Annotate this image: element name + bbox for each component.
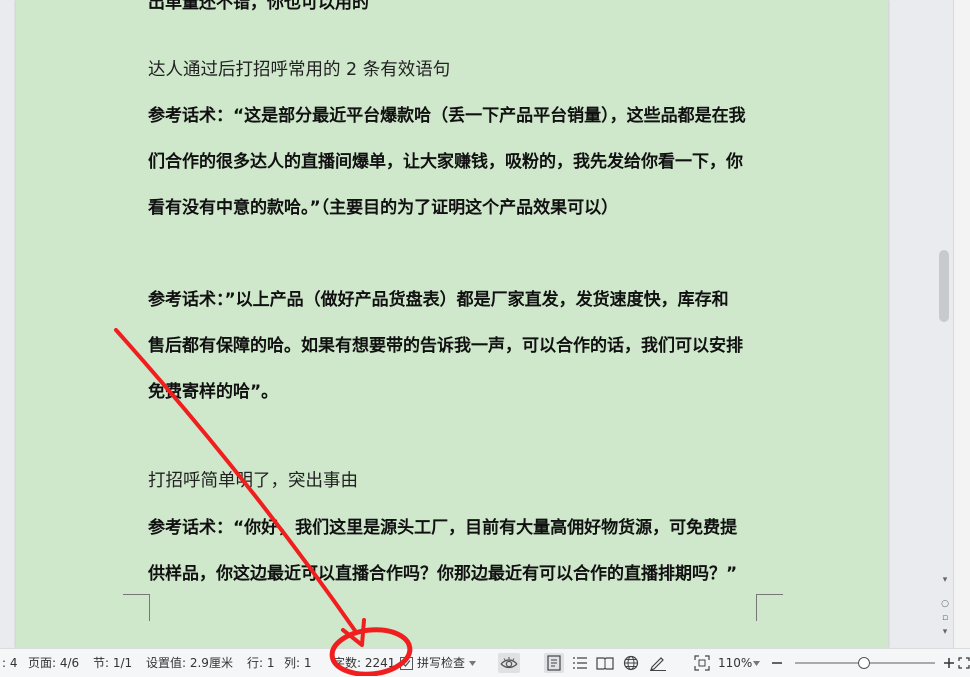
- page-corner-mark: [756, 594, 783, 621]
- scrollbar-thumb[interactable]: [939, 250, 949, 322]
- zoom-level[interactable]: 110%: [718, 655, 752, 671]
- select-browse-icon[interactable]: ▫: [939, 612, 951, 624]
- reading-icon[interactable]: [595, 653, 615, 673]
- paragraph-line: 看有没有中意的款哈。”（主要目的为了证明这个产品效果可以）: [148, 198, 619, 218]
- setting-value[interactable]: 设置值: 2.9厘米: [146, 655, 233, 671]
- dropdown-icon[interactable]: [750, 653, 762, 673]
- heading-simple-greeting: 打招呼简单明了，突出事由: [148, 471, 358, 491]
- status-truncated: : 4: [2, 656, 18, 670]
- dropdown-icon[interactable]: [466, 653, 478, 673]
- outline-icon[interactable]: [570, 653, 590, 673]
- check-icon[interactable]: [398, 653, 414, 673]
- row-indicator: 行: 1: [247, 656, 275, 670]
- section-indicator[interactable]: 节: 1/1: [93, 655, 132, 671]
- status-bar: : 4 页面: 4/6 节: 1/1 设置值: 2.9厘米 行: 1 列: 1 …: [0, 648, 970, 677]
- zoom-out-icon[interactable]: [767, 653, 787, 673]
- paragraph-line: 参考话术：”以上产品（做好产品货盘表）都是厂家直发，发货速度快，库存和: [148, 290, 729, 310]
- paragraph-line: 免费寄样的哈”。: [148, 382, 279, 402]
- paragraph-line: 参考话术：“这是部分最近平台爆款哈（丢一下产品平台销量），这些品都是在我: [148, 106, 746, 126]
- side-panel-strip: [953, 0, 970, 648]
- paragraph-line: 供样品，你这边最近可以直播合作吗？你那边最近有可以合作的直播排期吗？”: [148, 564, 738, 584]
- fit-screen-icon[interactable]: [692, 653, 712, 673]
- next-page-icon[interactable]: ▾: [939, 626, 951, 638]
- paragraph-line: 们合作的很多达人的直播间爆单，让大家赚钱，吸粉的，我先发给你看一下，你: [148, 152, 743, 172]
- fullscreen-icon[interactable]: [958, 653, 970, 673]
- spellcheck-button[interactable]: 拼写检查: [417, 655, 465, 671]
- eye-icon[interactable]: [498, 653, 520, 673]
- page-indicator[interactable]: 页面: 4/6: [28, 655, 79, 671]
- page-corner-mark: [123, 594, 150, 621]
- zoom-in-icon[interactable]: [939, 653, 959, 673]
- heading-greeting-phrases: 达人通过后打招呼常用的 2 条有效语句: [148, 60, 451, 80]
- page-view-icon[interactable]: [544, 653, 564, 673]
- scroll-up-small-icon[interactable]: ▾: [939, 574, 951, 586]
- document-workspace[interactable]: 出单量还不错，你也可以用的 达人通过后打招呼常用的 2 条有效语句 参考话术：“…: [0, 0, 936, 648]
- zoom-slider-thumb[interactable]: [858, 657, 870, 669]
- prev-page-icon[interactable]: ○: [939, 598, 951, 610]
- column-indicator: 列: 1: [284, 656, 312, 670]
- web-icon[interactable]: [621, 653, 641, 673]
- partial-line: 出单量还不错，你也可以用的: [148, 0, 369, 13]
- paragraph-line: 售后都有保障的哈。如果有想要带的告诉我一声，可以合作的话，我们可以安排: [148, 336, 743, 356]
- document-page[interactable]: 出单量还不错，你也可以用的 达人通过后打招呼常用的 2 条有效语句 参考话术：“…: [16, 0, 888, 648]
- pen-icon[interactable]: [648, 653, 668, 673]
- word-count[interactable]: 字数: 2241: [333, 655, 395, 671]
- paragraph-line: 参考话术：“你好，我们这里是源头工厂，目前有大量高佣好物货源，可免费提: [148, 518, 738, 538]
- vertical-scrollbar[interactable]: [936, 0, 953, 648]
